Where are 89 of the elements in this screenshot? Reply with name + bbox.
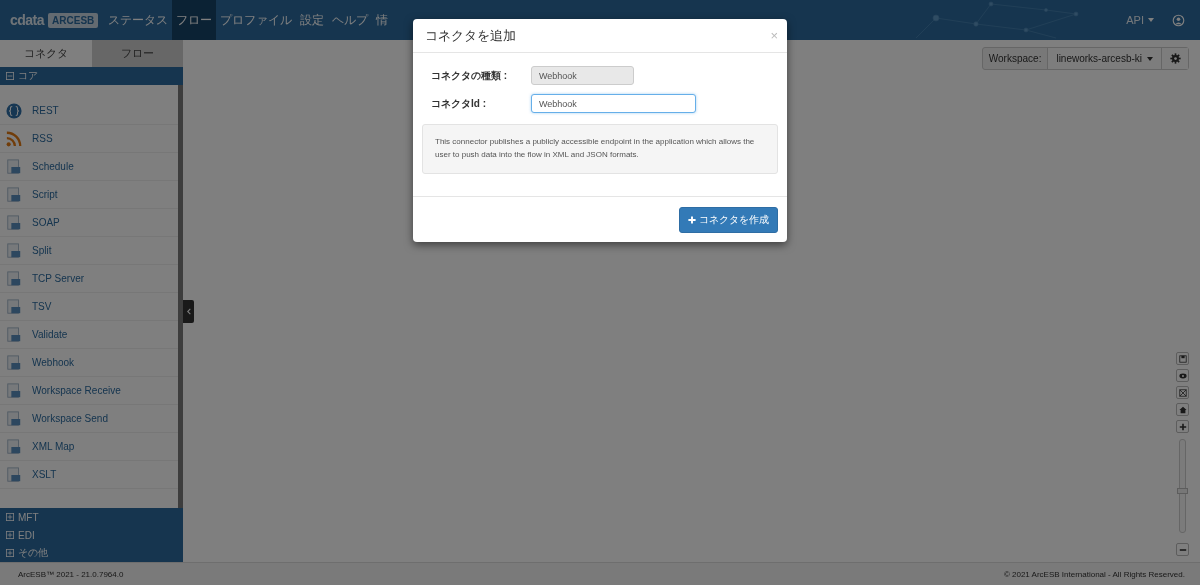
connector-item[interactable]: TCP Server	[0, 265, 178, 293]
connector-name: TSV	[32, 301, 52, 312]
close-button[interactable]: ×	[770, 28, 778, 43]
logo[interactable]: cdata ARCESB	[0, 0, 105, 40]
save-button[interactable]	[1176, 352, 1189, 365]
document-icon	[6, 354, 22, 371]
connector-name: Workspace Send	[32, 413, 108, 424]
nav-tab[interactable]: 情	[372, 0, 393, 40]
connector-item[interactable]: Validate	[0, 321, 178, 349]
connector-item[interactable]: Webhook	[0, 349, 178, 377]
collapse-handle[interactable]	[183, 300, 194, 323]
nav-tab[interactable]: プロファイル	[216, 0, 297, 40]
group-header[interactable]: コア	[0, 67, 183, 85]
document-icon	[6, 186, 22, 203]
document-icon	[6, 438, 22, 455]
connector-item[interactable]: XML Map	[0, 433, 178, 461]
zoom-in-button[interactable]	[1176, 420, 1189, 433]
plus-icon	[688, 216, 696, 224]
field-label: コネクタの種類 :	[430, 68, 509, 83]
plus-icon	[1178, 422, 1187, 431]
connector-name: SOAP	[32, 217, 60, 228]
connector-name: Validate	[32, 329, 68, 340]
copyright-text: © 2021 ArcESB International - All Rights Reserved.	[1003, 569, 1185, 579]
zoom-out-button[interactable]	[1176, 543, 1189, 556]
connector-item[interactable]: TSV	[0, 293, 178, 321]
dialog-title: コネクタを追加	[425, 26, 516, 45]
home-button[interactable]	[1176, 403, 1189, 416]
group-label: MFT	[18, 511, 39, 523]
document-icon	[6, 382, 22, 399]
connector-name: Webhook	[32, 357, 75, 368]
group-label: コア	[18, 69, 38, 83]
input-field[interactable]: Webhook	[531, 94, 696, 113]
fit-button[interactable]	[1176, 386, 1189, 399]
create-connector-button[interactable]: コネクタを作成	[679, 207, 778, 233]
caret-icon	[1148, 18, 1154, 22]
fit-icon	[1178, 388, 1187, 397]
user-icon[interactable]	[1172, 13, 1185, 27]
workspace-dropdown[interactable]: lineworks-arcesb-ki	[1048, 48, 1162, 69]
braces-icon	[6, 102, 22, 119]
connector-item[interactable]: Workspace Send	[0, 405, 178, 433]
home-icon	[1178, 405, 1187, 414]
connector-name: Workspace Receive	[32, 385, 121, 396]
view-button[interactable]	[1176, 369, 1189, 382]
logo-product: ARCESB	[48, 12, 99, 28]
connector-name: XSLT	[32, 469, 57, 480]
document-icon	[6, 466, 22, 483]
connector-item[interactable]: Workspace Receive	[0, 377, 178, 405]
nav-tab[interactable]: ヘルプ	[328, 0, 373, 40]
document-icon	[6, 326, 22, 343]
group-header[interactable]: MFT	[0, 508, 183, 526]
connector-item[interactable]: RSS	[0, 125, 178, 153]
connector-item[interactable]: Script	[0, 181, 178, 209]
logo-brand: cdata	[10, 12, 45, 28]
api-menu[interactable]: API	[1116, 0, 1172, 40]
group-header[interactable]: EDI	[0, 526, 183, 544]
connector-item[interactable]: Schedule	[0, 153, 178, 181]
connector-item[interactable]: SOAP	[0, 209, 178, 237]
document-icon	[6, 298, 22, 315]
nav-tab[interactable]: 設定	[296, 0, 329, 40]
group-label: EDI	[18, 529, 35, 541]
settings-button[interactable]	[1162, 48, 1188, 69]
connector-name: Script	[32, 189, 58, 200]
connector-name: TCP Server	[32, 273, 85, 284]
document-icon	[6, 242, 22, 259]
connector-name: Split	[32, 245, 52, 256]
group-header[interactable]: その他	[0, 544, 183, 562]
connector-name: REST	[32, 105, 59, 116]
nav-tab[interactable]: ステータス	[104, 0, 173, 40]
field-label: コネクタId :	[430, 96, 487, 111]
zoom-slider[interactable]	[1179, 439, 1186, 533]
group-label: その他	[18, 546, 48, 560]
connector-item[interactable]: XSLT	[0, 461, 178, 489]
connector-name: XML Map	[32, 441, 75, 452]
slider-thumb[interactable]	[1177, 487, 1188, 494]
connector-item[interactable]: REST	[0, 97, 178, 125]
rss-icon	[6, 130, 22, 147]
connector-name: Schedule	[32, 161, 74, 172]
document-icon	[6, 214, 22, 231]
save-icon	[1178, 354, 1187, 363]
eye-icon	[1178, 371, 1187, 380]
description-text: This connector publishes a publicly accessible endpoint in the application which allows the user to push data into the flow in XML and JSON formats.	[435, 136, 756, 161]
document-icon	[6, 270, 22, 287]
connector-name: RSS	[32, 133, 53, 144]
version-text: ArcESB™ 2021 - 21.0.7964.0	[18, 569, 124, 579]
document-icon	[6, 158, 22, 175]
connector-item[interactable]: Split	[0, 237, 178, 265]
nav-tab[interactable]: フロー	[172, 0, 217, 40]
document-icon	[6, 410, 22, 427]
gear-icon	[1169, 53, 1181, 64]
